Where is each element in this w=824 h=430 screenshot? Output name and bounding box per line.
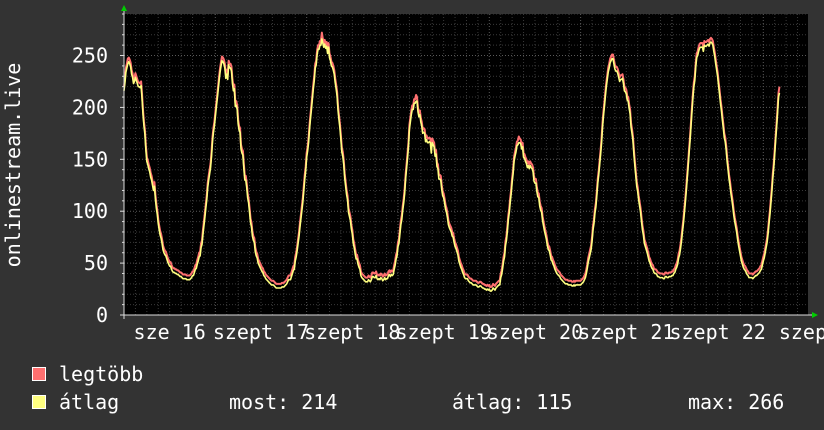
x-tick-label: szept 21 — [578, 320, 674, 344]
chart: 050100150200250 sze 16 szept 17szept 18sz… — [0, 0, 824, 350]
x-axis-ticks: sze 16 szept 17szept 18szept 19szept 20sz… — [134, 320, 824, 344]
legend-label-avg: átlag — [59, 390, 120, 414]
x-tick-label: szept — [779, 320, 824, 344]
legend-swatch-avg — [32, 395, 46, 409]
x-tick-label: szept 17 — [213, 320, 309, 344]
y-tick-label: 100 — [72, 199, 108, 223]
x-tick-label: szept 19 — [395, 320, 491, 344]
y-tick-label: 0 — [96, 303, 108, 327]
stat-avg: átlag: 115 — [452, 390, 573, 414]
legend: legtöbb átlag most: 214 átlag: 115 max: … — [0, 355, 824, 430]
x-tick-label: szept 20 — [487, 320, 583, 344]
stat-max: max: 266 — [688, 390, 785, 414]
legend-swatch-max — [32, 367, 46, 381]
legend-label-max: legtöbb — [59, 362, 144, 386]
y-tick-label: 50 — [84, 251, 108, 275]
y-tick-label: 250 — [72, 44, 108, 68]
y-tick-label: 200 — [72, 95, 108, 119]
y-axis-label: onlinestream.live — [1, 63, 25, 268]
stat-now: most: 214 — [229, 390, 338, 414]
x-tick-label: szept 22 — [669, 320, 765, 344]
x-tick-label: szept 18 — [304, 320, 400, 344]
y-tick-label: 150 — [72, 147, 108, 171]
x-tick-label: sze 16 — [134, 320, 206, 344]
